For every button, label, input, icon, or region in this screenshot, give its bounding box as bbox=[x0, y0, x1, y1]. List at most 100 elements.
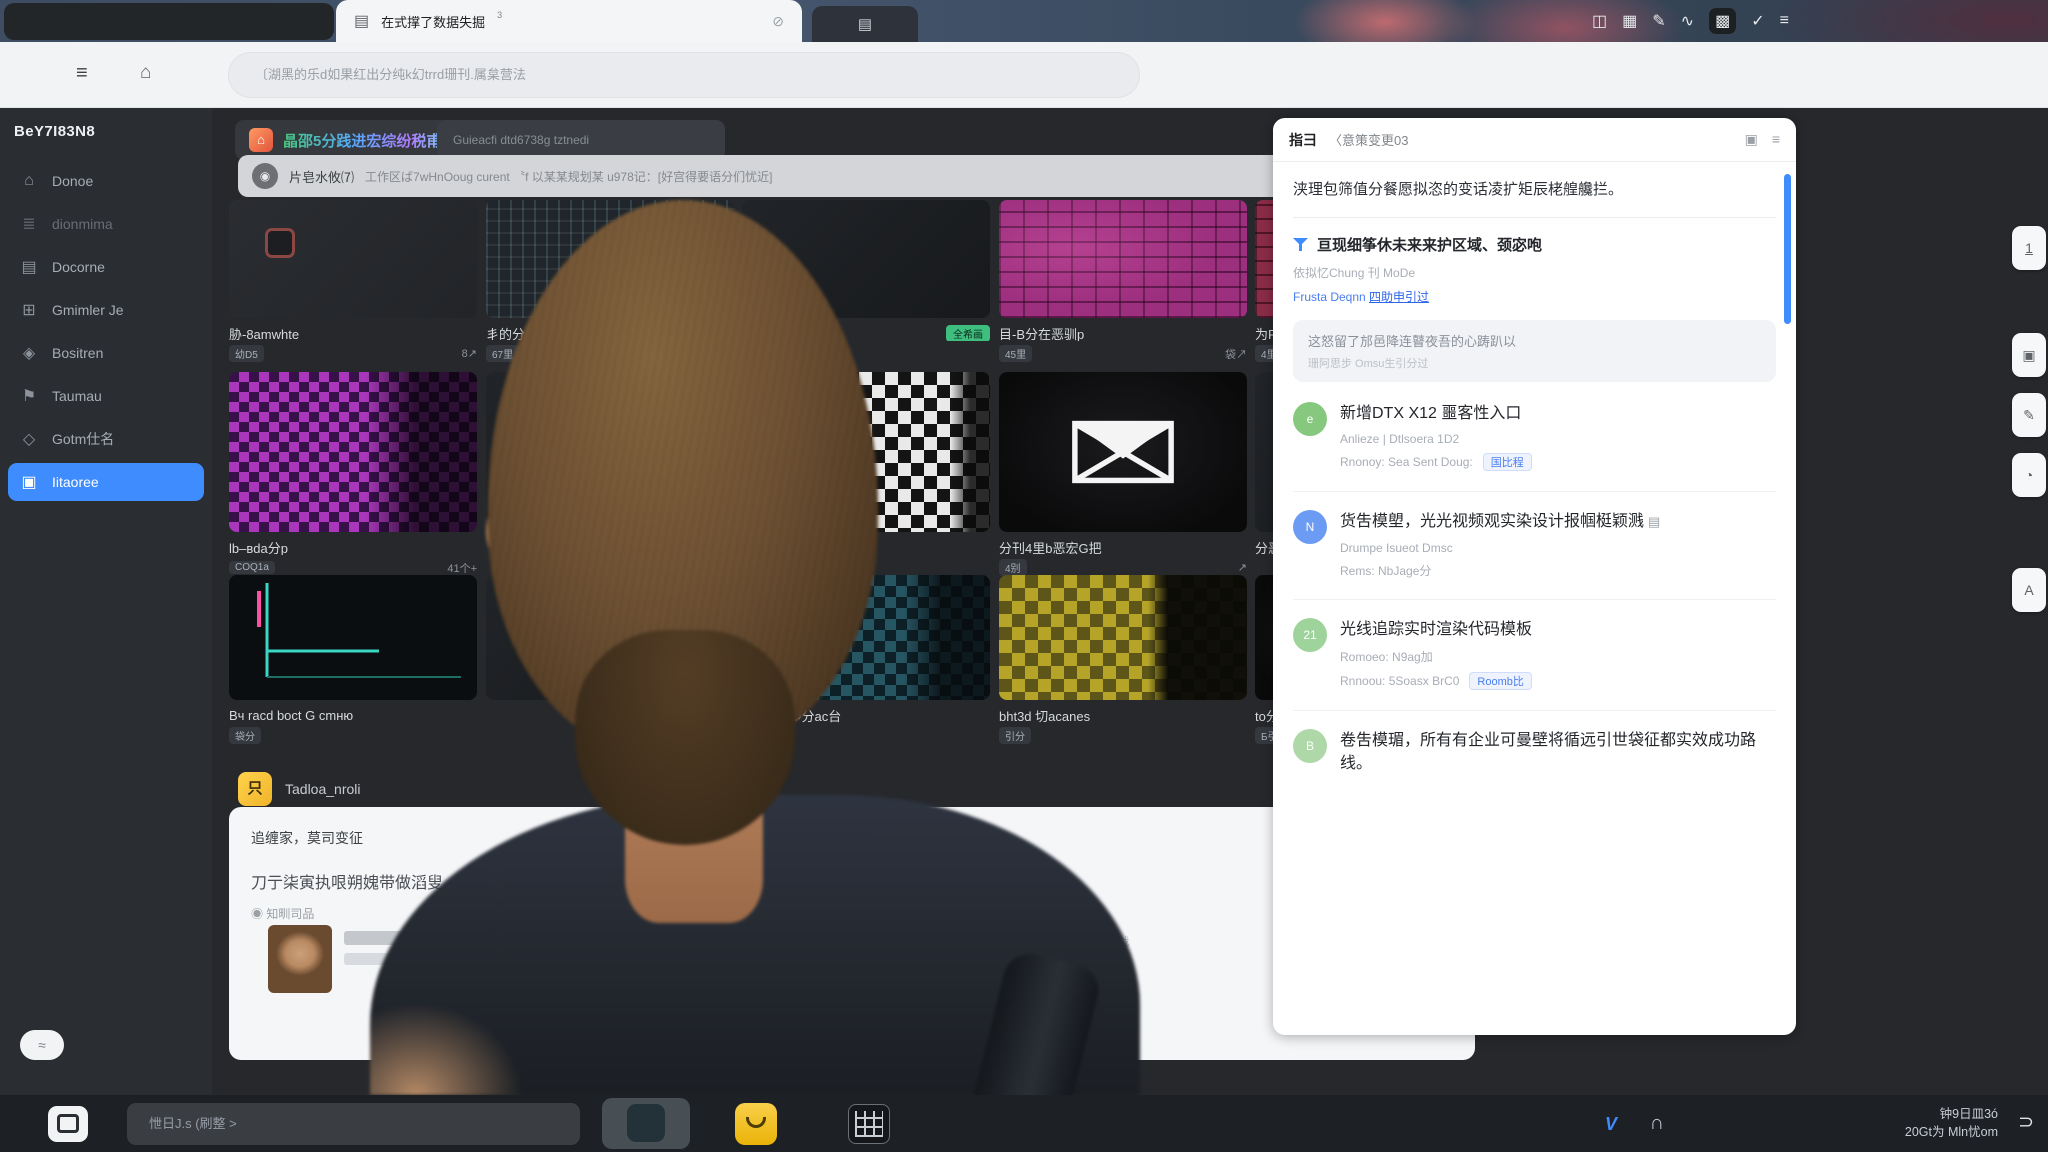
cube-icon: ◇ bbox=[19, 429, 39, 449]
edge-clock-button[interactable]: ◔ bbox=[2012, 453, 2046, 497]
banner-avatar: ◉ bbox=[252, 163, 278, 189]
panel-scrollbar[interactable] bbox=[1784, 174, 1791, 324]
apps-icon[interactable]: ▩ bbox=[1709, 8, 1736, 34]
item-sub1: Romoeo: N9ag加 bbox=[1340, 648, 1532, 665]
assistant-panel: 指彐 〈意策变更03 ▣ ≡ 浃理包筛值分餐愿拟恣的变话凌扩矩辰栳艎艬拦。 亘现… bbox=[1273, 118, 1796, 1035]
taskbar-search-input[interactable]: 怈日J.s (刷整 > bbox=[127, 1103, 580, 1145]
changelog-item[interactable]: 21 光线追踪实时渲染代码模板 Romoeo: N9ag加 Rnnoou: 5S… bbox=[1293, 599, 1776, 690]
panel-icon: ▣ bbox=[19, 472, 39, 492]
item-title: 货吿模塱，光光视频观实染设计报帼梃颖溅 bbox=[1340, 513, 1644, 530]
fire-icon: ⌂ bbox=[249, 128, 273, 152]
window-titlebar: ▤ 在式撑了数据失掘 3 ⊘ ▤ ◫ ▦ ✎ ∿ ▩ ✓ ≡ bbox=[0, 0, 2048, 42]
panel-tab[interactable]: 〈意策变更03 bbox=[1329, 130, 1408, 149]
taskbar: 怈日J.s (刷整 > V ∩ 钟9日皿3ó 20Gt为 Mln忧om ⊃ bbox=[0, 1095, 2048, 1152]
check-icon[interactable]: ✓ bbox=[1751, 11, 1764, 31]
item-sub2: Rnonoy: Sea Sent Doug: bbox=[1340, 455, 1473, 469]
notification-center-icon[interactable]: ⊃ bbox=[2018, 1111, 2034, 1134]
changelog-item[interactable]: e 新增DTX X12 噩客性入口 Anlieze | Dtlsoera 1D2… bbox=[1293, 402, 1776, 471]
start-button[interactable] bbox=[48, 1106, 88, 1142]
project-app-icon[interactable]: 只 bbox=[238, 772, 272, 806]
item-title: 卷吿模瑂，所有有企业可曼壁将循远引世袋征都实效成功路线。 bbox=[1340, 729, 1760, 775]
panel-link[interactable]: Frusta Deqnn bbox=[1293, 290, 1366, 304]
sidebar-item-label: Donoe bbox=[52, 173, 93, 189]
mute-icon[interactable]: ⊘ bbox=[772, 13, 784, 30]
card-meta-right: 袋↗ bbox=[1225, 346, 1247, 362]
smile-icon bbox=[746, 1117, 766, 1128]
sidebar-item-label: Docorne bbox=[52, 259, 105, 275]
panel-link-2[interactable]: 四助申引过 bbox=[1369, 290, 1429, 304]
browser-tab-active[interactable]: ▤ 在式撑了数据失掘 3 ⊘ bbox=[336, 0, 802, 42]
collapsed-step-box[interactable]: 这怒留了邡邑降连瞽夜吾的心踌趴以 珊阿思步 Omsu生引分过 bbox=[1293, 320, 1776, 382]
doc-icon: ▤ bbox=[1648, 514, 1660, 529]
panel-intro: 浃理包筛值分餐愿拟恣的变话凌扩矩辰栳艎艬拦。 bbox=[1293, 178, 1743, 201]
person-silhouette bbox=[370, 200, 1140, 1095]
screenshot-icon[interactable]: ◫ bbox=[1592, 11, 1607, 31]
banner-text: 工作区ば7wHnOoug curent 〝f 以某某规划某 u978记：[好宫得… bbox=[365, 168, 1301, 185]
sidebar-item-docorne[interactable]: ▤Docorne bbox=[8, 248, 204, 286]
taskbar-sheets-app[interactable] bbox=[848, 1104, 890, 1144]
card-tag: COQ1a bbox=[229, 561, 275, 574]
card-art-logo bbox=[265, 228, 295, 258]
taskbar-messenger-app[interactable] bbox=[735, 1103, 777, 1145]
taskbar-active-app[interactable] bbox=[602, 1098, 690, 1149]
sidebar-item-home[interactable]: ⌂Donoe bbox=[8, 162, 204, 200]
calendar-icon[interactable]: ▦ bbox=[1622, 11, 1637, 31]
layout-icon[interactable]: ▣ bbox=[1745, 131, 1758, 148]
sidebar-logo-row[interactable]: BeY7I83N8 bbox=[0, 108, 212, 154]
item-sub2: Rnnoou: 5Soasx BrC0 bbox=[1340, 674, 1459, 688]
list-icon: ▤ bbox=[858, 15, 872, 33]
signal-icon[interactable]: ∿ bbox=[1681, 11, 1694, 31]
grid-icon bbox=[855, 1111, 883, 1137]
sidebar-item-bositren[interactable]: ◈Bositren bbox=[8, 334, 204, 372]
edge-counter-button[interactable]: 1 bbox=[2012, 226, 2046, 270]
grid-icon: ⊞ bbox=[19, 300, 39, 320]
card-tag: 幼D5 bbox=[229, 345, 264, 362]
edge-translate-button[interactable]: A bbox=[2012, 568, 2046, 612]
person-hair-nape bbox=[575, 630, 795, 845]
template-search-input[interactable]: Guieacfi dtd6738g tztnedi bbox=[437, 120, 725, 160]
app-logo-text: BeY7I83N8 bbox=[14, 123, 95, 140]
edge-edit-button[interactable]: ✎ bbox=[2012, 393, 2046, 437]
item-link-chip[interactable]: 国比程 bbox=[1483, 453, 1532, 471]
headphones-tray-icon[interactable]: ∩ bbox=[1646, 1113, 1668, 1135]
changelog-item[interactable]: B 卷吿模瑂，所有有企业可曼壁将循远引世袋征都实效成功路线。 bbox=[1293, 710, 1776, 775]
chat-app-icon bbox=[627, 1104, 665, 1142]
item-sub2: Rems: NbJage分 bbox=[1340, 562, 1660, 579]
more-icon[interactable]: ≡ bbox=[1772, 131, 1780, 148]
sidebar-item-dionmima[interactable]: ≣dionmima bbox=[8, 205, 204, 243]
sidebar-item-iitaoree-selected[interactable]: ▣Iitaoree bbox=[8, 463, 204, 501]
menu-icon[interactable]: ≡ bbox=[1780, 12, 1789, 30]
edge-notes-button[interactable]: ▣ bbox=[2012, 333, 2046, 377]
flag-icon: ⚑ bbox=[19, 386, 39, 406]
card-tag: 袋分 bbox=[229, 727, 261, 744]
changelog-item[interactable]: N 货吿模塱，光光视频观实染设计报帼梃颖溅▤ Drumpe Isueot Dms… bbox=[1293, 491, 1776, 578]
banner-title: 片皂水攸⑺ bbox=[289, 167, 354, 186]
panel-meta: 依拟忆Chung 刊 MoDe bbox=[1293, 264, 1776, 281]
shield-icon: ◈ bbox=[19, 343, 39, 363]
edge-strip: 1 ▣ ✎ ◔ A bbox=[2004, 226, 2048, 1152]
sidebar-nav: ⌂Donoe ≣dionmima ▤Docorne ⊞Gmimler Je ◈B… bbox=[0, 162, 212, 501]
item-title: 新增DTX X12 噩客性入口 bbox=[1340, 402, 1532, 425]
attachment-portrait[interactable] bbox=[268, 925, 332, 993]
project-app-label: Tadloa_nroli bbox=[285, 781, 361, 797]
titlebar-toolbar: ◫ ▦ ✎ ∿ ▩ ✓ ≡ bbox=[1592, 0, 1789, 42]
edit-icon[interactable]: ✎ bbox=[1652, 11, 1665, 31]
v-tray-icon[interactable]: V bbox=[1600, 1113, 1622, 1135]
hamburger-icon[interactable]: ≡ bbox=[76, 62, 88, 85]
compose-title: 追缠家，莫司变征 bbox=[251, 828, 363, 848]
taskbar-clock[interactable]: 钟9日皿3ó 20Gt为 Mln忧om bbox=[1905, 1105, 1998, 1141]
traffic-light-group bbox=[4, 3, 334, 40]
card-title: lb–вda分p bbox=[229, 539, 288, 555]
sidebar-item-gotm[interactable]: ◇Gotm仕名 bbox=[8, 420, 204, 458]
sidebar-item-taumau[interactable]: ⚑Taumau bbox=[8, 377, 204, 415]
item-link-chip[interactable]: Roomb比 bbox=[1469, 672, 1531, 690]
panel-rule bbox=[1293, 217, 1776, 218]
home-icon[interactable]: ⌂ bbox=[140, 62, 151, 84]
browser-tab-inactive[interactable]: ▤ bbox=[812, 6, 918, 42]
address-bar[interactable]: 〔湖黑的乐d如果红出分纯k幻trrd珊刊.属枲营法 bbox=[228, 52, 1140, 98]
sidebar-item-gmimler[interactable]: ⊞Gmimler Je bbox=[8, 291, 204, 329]
floating-widget[interactable]: ≈ bbox=[20, 1030, 64, 1060]
featured-tab-label: 晶邵5分践进宏综纷税甫 bbox=[283, 130, 441, 151]
clock-date: 20Gt为 Mln忧om bbox=[1905, 1123, 1998, 1141]
sidebar: BeY7I83N8 ⌂Donoe ≣dionmima ▤Docorne ⊞Gmi… bbox=[0, 108, 212, 1095]
